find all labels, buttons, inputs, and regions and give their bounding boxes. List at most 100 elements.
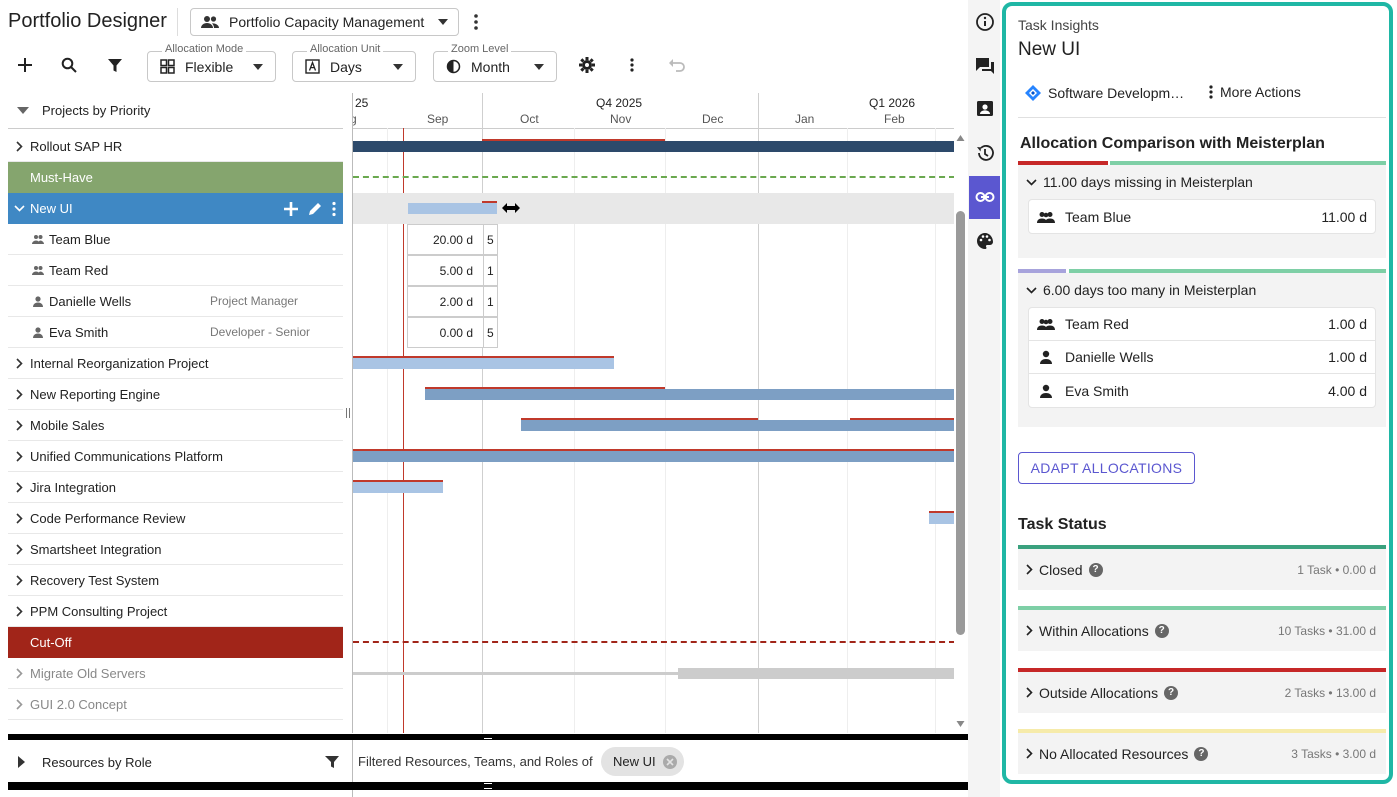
filter-chip[interactable]: New UI xyxy=(601,747,684,776)
status-closed[interactable]: Closed ? 1 Task • 0.00 d xyxy=(1018,549,1386,590)
palette-icon[interactable] xyxy=(975,231,995,251)
resources-header[interactable]: Resources by Role xyxy=(8,742,343,782)
add-icon[interactable] xyxy=(283,201,299,217)
tree-row-project[interactable]: Unified Communications Platform xyxy=(8,441,343,472)
item-value: 4.00 d xyxy=(1328,382,1367,399)
app-title: Portfolio Designer xyxy=(8,10,167,32)
allocation-cell[interactable]: 0.00 d xyxy=(407,317,483,348)
adapt-allocations-button[interactable]: ADAPT ALLOCATIONS xyxy=(1018,452,1195,484)
tree-row-project[interactable]: GUI 2.0 Concept xyxy=(8,689,343,720)
tree-row-project[interactable]: PPM Consulting Project xyxy=(8,596,343,627)
gantt-bar[interactable] xyxy=(353,358,614,369)
tree-row-project[interactable]: Smartsheet Integration xyxy=(8,534,343,565)
missing-header[interactable]: 11.00 days missing in Meisterplan xyxy=(1018,165,1386,199)
row-label: Rollout SAP HR xyxy=(30,138,123,154)
gantt-bar[interactable] xyxy=(425,389,954,400)
tree-row-project[interactable]: New Reporting Engine xyxy=(8,379,343,410)
chevron-right-icon xyxy=(8,543,30,555)
gantt-bar[interactable] xyxy=(678,668,954,679)
item-name: Eva Smith xyxy=(1065,382,1129,399)
help-icon[interactable]: ? xyxy=(1154,623,1169,638)
comments-icon[interactable] xyxy=(975,56,995,76)
row-label: Cut-Off xyxy=(30,635,72,650)
search-icon[interactable] xyxy=(61,57,77,73)
more-vert-icon[interactable] xyxy=(468,12,484,32)
tree-row-new-ui[interactable]: New UI xyxy=(8,193,343,224)
tree-row-project[interactable]: Code Performance Review xyxy=(8,503,343,534)
month-label: Jan xyxy=(795,112,815,126)
item-name: Team Blue xyxy=(1065,208,1132,225)
gantt-bar[interactable] xyxy=(521,420,954,431)
too-many-header[interactable]: 6.00 days too many in Meisterplan xyxy=(1018,273,1386,307)
help-icon[interactable]: ? xyxy=(1164,685,1179,700)
gantt-bar[interactable] xyxy=(929,513,954,524)
row-label: Danielle Wells xyxy=(49,293,132,309)
allocation-cell[interactable]: 5.00 d xyxy=(407,255,483,286)
link-icon[interactable] xyxy=(975,187,995,207)
allocation-cell[interactable]: 5 xyxy=(483,317,498,348)
tree-row-project[interactable]: Jira Integration xyxy=(8,472,343,503)
portfolio-select[interactable]: Portfolio Capacity Management xyxy=(190,8,459,36)
gantt-bar-new-ui[interactable] xyxy=(408,203,497,214)
filter-icon[interactable] xyxy=(107,57,123,73)
status-outside-allocations[interactable]: Outside Allocations ? 2 Tasks • 13.00 d xyxy=(1018,672,1386,713)
drag-handle-icon[interactable] xyxy=(484,783,492,789)
tree-row-rollout-sap-hr[interactable]: Rollout SAP HR xyxy=(8,131,343,162)
tree-row-danielle-wells[interactable]: Danielle Wells Project Manager xyxy=(8,286,343,317)
status-label: Within Allocations xyxy=(1039,622,1149,639)
row-label: Recovery Test System xyxy=(30,572,160,588)
gantt-bar[interactable] xyxy=(353,141,954,152)
gantt-bar[interactable] xyxy=(353,451,954,462)
chevron-down-icon xyxy=(1026,286,1037,294)
chevron-right-icon xyxy=(1026,564,1033,575)
splitter-handle[interactable] xyxy=(346,408,350,418)
overload-marker xyxy=(353,356,614,358)
tree-row-project[interactable]: Recovery Test System xyxy=(8,565,343,596)
zoom-level-select[interactable]: Month xyxy=(433,51,557,82)
list-item: Team Blue 11.00 d xyxy=(1029,200,1375,233)
team-icon xyxy=(32,234,44,244)
tree-row-eva-smith[interactable]: Eva Smith Developer - Senior xyxy=(8,317,343,348)
vertical-scrollbar[interactable] xyxy=(955,133,966,733)
contact-card-icon[interactable] xyxy=(975,99,995,119)
status-within-allocations[interactable]: Within Allocations ? 10 Tasks • 31.00 d xyxy=(1018,610,1386,651)
help-icon[interactable]: ? xyxy=(1088,562,1103,577)
tree-row-team-blue[interactable]: Team Blue xyxy=(8,224,343,255)
contrast-icon xyxy=(446,59,461,74)
allocation-cell[interactable]: 2.00 d xyxy=(407,286,483,317)
tree-row-project[interactable]: Internal Reorganization Project xyxy=(8,348,343,379)
gantt-bar[interactable] xyxy=(353,482,443,493)
resources-label: Resources by Role xyxy=(42,754,152,770)
help-icon[interactable]: ? xyxy=(1194,746,1209,761)
allocation-cell[interactable]: 5 xyxy=(483,224,498,255)
tree-row-project[interactable]: Migrate Old Servers xyxy=(8,658,343,689)
add-icon[interactable] xyxy=(17,57,33,73)
tree-row-team-red[interactable]: Team Red xyxy=(8,255,343,286)
gear-icon[interactable] xyxy=(579,57,595,73)
filter-icon[interactable] xyxy=(325,755,343,769)
info-icon[interactable] xyxy=(975,12,995,32)
cut-off-line xyxy=(353,641,954,643)
undo-icon[interactable] xyxy=(668,57,686,73)
history-icon[interactable] xyxy=(975,143,995,163)
more-vert-icon[interactable] xyxy=(624,57,640,73)
allocation-cell[interactable]: 1 xyxy=(483,286,498,317)
close-icon[interactable] xyxy=(662,754,678,770)
more-actions-button[interactable]: More Actions xyxy=(1208,84,1301,100)
resize-horizontal-icon[interactable] xyxy=(502,202,520,214)
allocation-unit-select[interactable]: Days xyxy=(292,51,416,82)
tree-header[interactable]: Projects by Priority xyxy=(8,93,343,129)
priority-cut-off: Cut-Off xyxy=(8,627,343,658)
tree-row-project[interactable]: Mobile Sales xyxy=(8,410,343,441)
edit-icon[interactable] xyxy=(307,201,323,217)
allocation-cell[interactable]: 1 xyxy=(483,255,498,286)
chevron-right-icon xyxy=(8,450,30,462)
status-no-allocated-resources[interactable]: No Allocated Resources ? 3 Tasks • 3.00 … xyxy=(1018,733,1386,774)
more-vert-icon[interactable] xyxy=(331,201,337,217)
people-icon xyxy=(201,15,219,29)
allocation-mode-select[interactable]: Flexible xyxy=(147,51,276,82)
drag-handle-icon[interactable] xyxy=(484,733,492,739)
source-link[interactable]: Software Developm… xyxy=(1024,84,1184,102)
allocation-cell[interactable]: 20.00 d xyxy=(407,224,483,255)
chevron-right-icon xyxy=(1026,687,1033,698)
